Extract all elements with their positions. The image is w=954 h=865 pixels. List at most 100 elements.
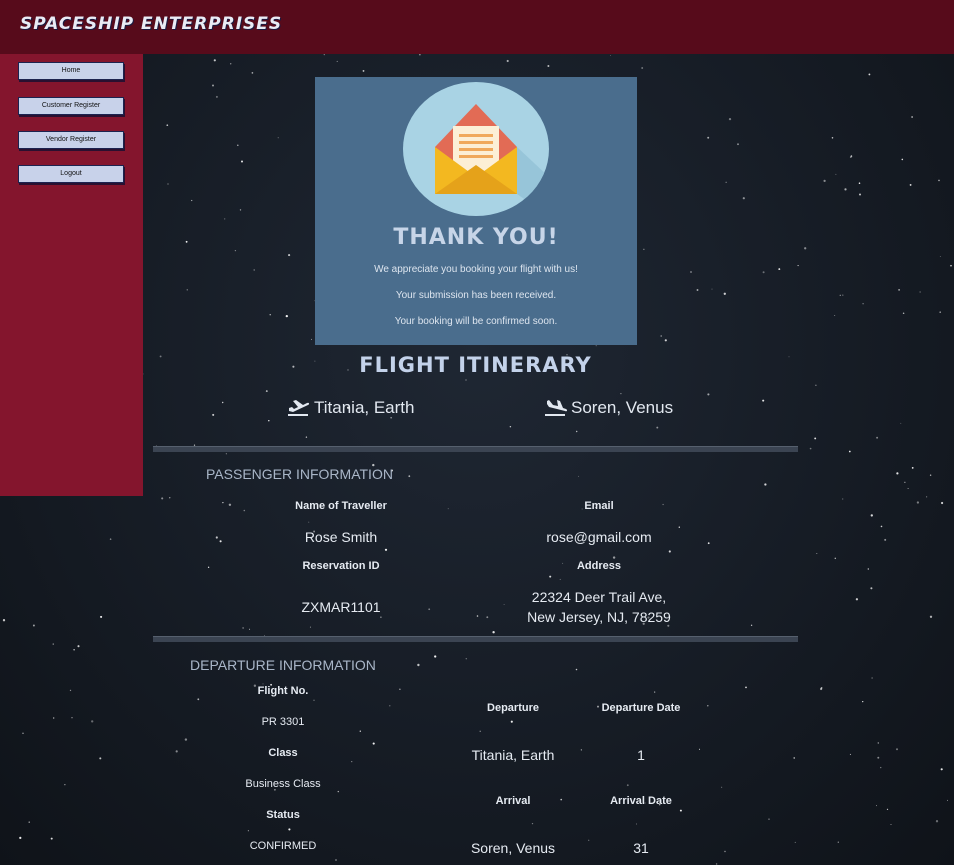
plane-takeoff-icon <box>288 400 310 416</box>
star <box>844 188 847 191</box>
star <box>855 598 859 601</box>
star <box>886 808 889 811</box>
star <box>707 542 710 545</box>
star <box>880 525 883 528</box>
star <box>950 264 952 267</box>
star <box>643 248 645 250</box>
star <box>793 757 795 759</box>
star <box>213 59 216 62</box>
star <box>510 720 513 723</box>
arrival-label: Arrival <box>495 795 531 807</box>
status-value: CONFIRMED <box>249 840 317 852</box>
star <box>351 761 353 763</box>
star <box>64 784 66 786</box>
star <box>876 436 879 439</box>
star <box>288 254 291 257</box>
star <box>919 291 921 293</box>
star <box>224 218 226 220</box>
star <box>166 124 169 127</box>
star <box>417 663 420 667</box>
star <box>660 335 663 337</box>
top-bar: Spaceship Enterprises <box>0 0 954 54</box>
star <box>926 496 928 498</box>
star <box>506 59 509 63</box>
star <box>277 137 279 139</box>
star <box>547 65 550 67</box>
star <box>19 836 22 840</box>
star <box>249 628 251 630</box>
star <box>707 393 710 396</box>
vendor-register-button[interactable]: Vendor Register <box>18 131 124 149</box>
star <box>664 339 667 342</box>
customer-register-button[interactable]: Customer Register <box>18 97 124 115</box>
star <box>186 289 188 291</box>
star <box>678 526 680 528</box>
envelope-letter-icon <box>403 82 549 216</box>
star <box>724 850 726 853</box>
star <box>479 730 481 732</box>
divider <box>153 446 798 452</box>
star <box>867 568 869 570</box>
star <box>858 193 862 196</box>
star <box>389 705 391 707</box>
star <box>212 413 215 416</box>
address-line-1: 22324 Deer Trail Ave, <box>531 589 667 605</box>
star <box>871 677 873 679</box>
star <box>636 823 637 825</box>
star <box>269 314 271 316</box>
email-label: Email <box>584 500 614 512</box>
star <box>898 289 900 291</box>
star <box>323 53 325 56</box>
star <box>725 181 727 183</box>
star <box>612 556 616 559</box>
star <box>804 247 807 250</box>
email-value: rose@gmail.com <box>546 529 652 545</box>
star <box>877 742 880 744</box>
star <box>335 859 337 861</box>
star <box>167 183 169 185</box>
star <box>185 240 188 243</box>
star <box>247 830 249 832</box>
divider <box>153 636 798 642</box>
star <box>929 615 933 618</box>
star <box>576 430 578 433</box>
star <box>901 158 904 161</box>
arrival-date-label: Arrival Date <box>610 795 672 807</box>
star <box>626 784 629 787</box>
star <box>940 768 943 771</box>
home-button[interactable]: Home <box>18 62 124 80</box>
star <box>285 314 288 318</box>
star <box>268 419 270 422</box>
star <box>2 619 6 622</box>
departure-label: Departure <box>487 702 539 714</box>
star <box>877 756 880 759</box>
star <box>225 453 227 455</box>
star <box>815 384 817 386</box>
star <box>909 183 912 186</box>
star <box>870 587 873 590</box>
star <box>242 627 244 629</box>
star <box>939 311 941 313</box>
star <box>862 700 864 703</box>
star <box>814 437 817 440</box>
star <box>742 197 745 200</box>
star <box>169 497 171 499</box>
star <box>32 624 35 627</box>
star <box>313 699 315 701</box>
class-value: Business Class <box>245 778 321 790</box>
star <box>929 474 932 476</box>
star <box>191 199 193 202</box>
traveller-name-value: Rose Smith <box>304 529 378 545</box>
star <box>69 689 72 692</box>
logout-button[interactable]: Logout <box>18 165 124 183</box>
star <box>667 624 670 627</box>
star <box>848 450 851 453</box>
star <box>762 271 765 274</box>
star <box>465 379 467 381</box>
star <box>778 268 781 271</box>
departure-section-title: DEPARTURE INFORMATION <box>190 657 376 673</box>
star <box>380 616 382 618</box>
star <box>486 616 489 619</box>
star <box>904 481 906 483</box>
star <box>668 550 671 553</box>
